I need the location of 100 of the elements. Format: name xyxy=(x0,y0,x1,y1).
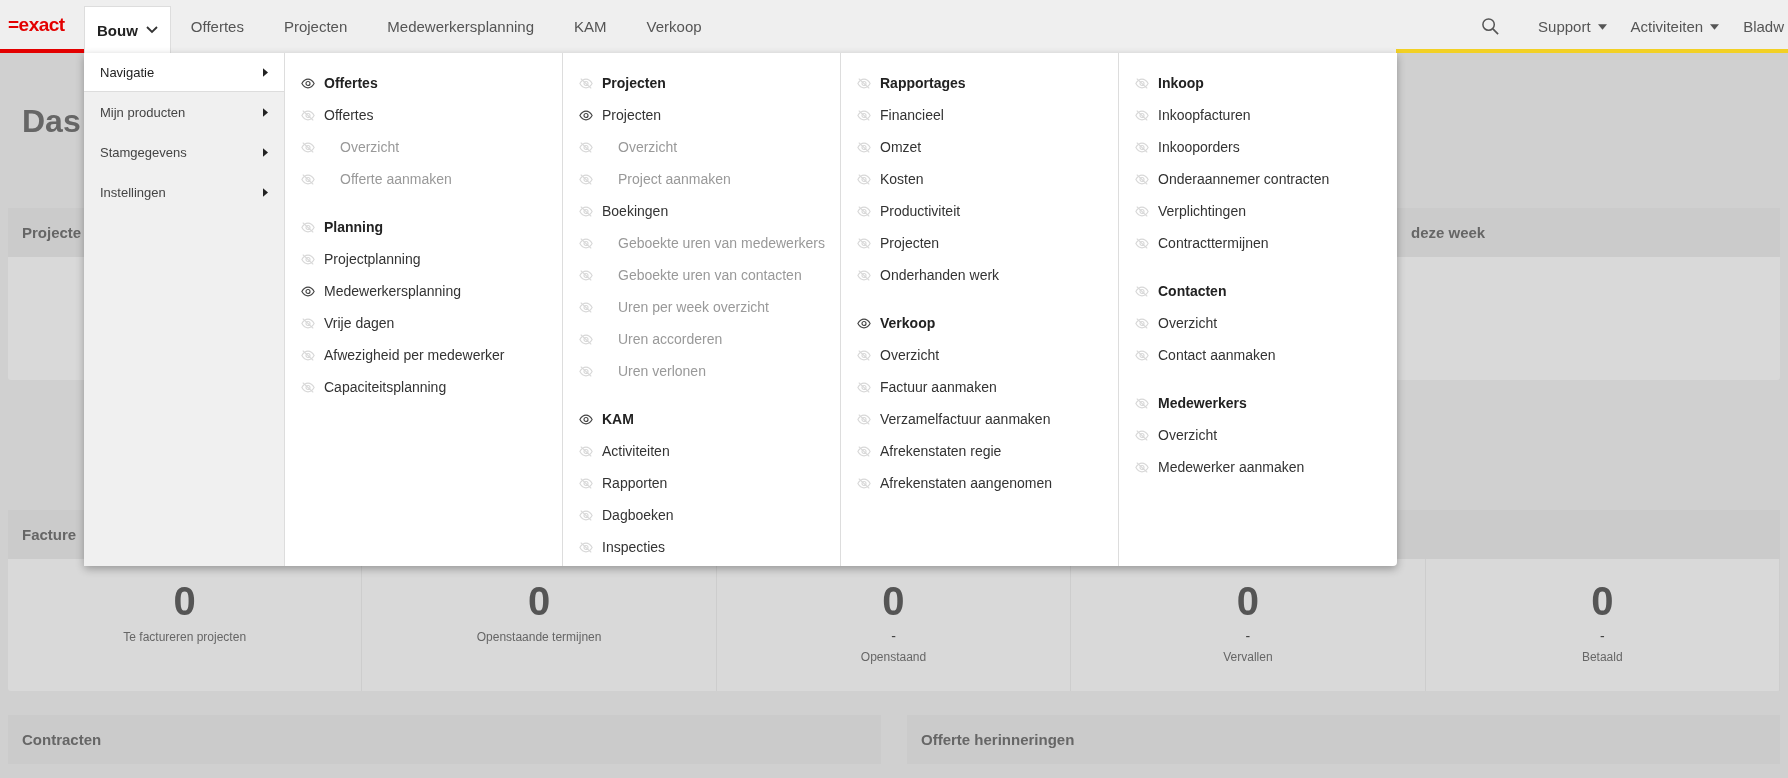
menu-heading[interactable]: KAM xyxy=(602,411,634,427)
eye-slash-icon[interactable] xyxy=(1135,205,1149,217)
eye-icon[interactable] xyxy=(579,413,593,425)
menu-item[interactable]: Contact aanmaken xyxy=(1158,347,1276,363)
category-item[interactable]: Mijn producten xyxy=(84,92,284,132)
eye-slash-icon[interactable] xyxy=(1135,397,1149,409)
nav-tab[interactable]: Medewerkersplanning xyxy=(367,0,555,53)
eye-slash-icon[interactable] xyxy=(301,381,315,393)
eye-slash-icon[interactable] xyxy=(857,109,871,121)
menu-item[interactable]: Afrekenstaten aangenomen xyxy=(880,475,1052,491)
menu-heading[interactable]: Medewerkers xyxy=(1158,395,1247,411)
menu-item[interactable]: Medewerker aanmaken xyxy=(1158,459,1305,475)
menu-item[interactable]: Inkoopfacturen xyxy=(1158,107,1251,123)
eye-slash-icon[interactable] xyxy=(301,349,315,361)
eye-icon[interactable] xyxy=(301,285,315,297)
eye-slash-icon[interactable] xyxy=(1135,429,1149,441)
menu-heading[interactable]: Offertes xyxy=(324,75,378,91)
menu-item[interactable]: Projecten xyxy=(602,107,662,123)
eye-icon[interactable] xyxy=(857,317,871,329)
menu-item[interactable]: Inkooporders xyxy=(1158,139,1240,155)
nav-link[interactable]: Bladw xyxy=(1743,18,1784,35)
eye-slash-icon[interactable] xyxy=(301,109,315,121)
menu-item[interactable]: Kosten xyxy=(880,171,924,187)
menu-item[interactable]: Onderaannemer contracten xyxy=(1158,171,1330,187)
nav-tab[interactable]: Verkoop xyxy=(626,0,722,53)
menu-item[interactable]: Capaciteitsplanning xyxy=(324,379,447,395)
eye-slash-icon[interactable] xyxy=(857,477,871,489)
menu-item[interactable]: Activiteiten xyxy=(602,443,670,459)
eye-slash-icon[interactable] xyxy=(1135,141,1149,153)
eye-slash-icon[interactable] xyxy=(857,413,871,425)
category-item[interactable]: Stamgegevens xyxy=(84,132,284,172)
menu-item[interactable]: Omzet xyxy=(880,139,922,155)
eye-slash-icon[interactable] xyxy=(579,541,593,553)
eye-slash-icon[interactable] xyxy=(579,477,593,489)
eye-slash-icon[interactable] xyxy=(1135,461,1149,473)
nav-tab[interactable]: Projecten xyxy=(263,0,368,53)
menu-item[interactable]: Offertes xyxy=(324,107,374,123)
nav-tab[interactable]: Offertes xyxy=(170,0,264,53)
eye-slash-icon[interactable] xyxy=(1135,109,1149,121)
menu-item[interactable]: Overzicht xyxy=(1158,315,1218,331)
panel-title: Offerte herinneringen xyxy=(921,731,1075,748)
eye-slash-icon[interactable] xyxy=(579,77,593,89)
eye-slash-icon[interactable] xyxy=(857,269,871,281)
eye-slash-icon[interactable] xyxy=(1135,317,1149,329)
menu-item[interactable]: Productiviteit xyxy=(880,203,961,219)
eye-icon[interactable] xyxy=(579,109,593,121)
eye-slash-icon[interactable] xyxy=(857,205,871,217)
eye-slash-icon[interactable] xyxy=(301,221,315,233)
dropdown-menu[interactable]: Support xyxy=(1538,18,1607,35)
menu-item[interactable]: Factuur aanmaken xyxy=(880,379,997,395)
menu-item[interactable]: Overzicht xyxy=(1158,427,1218,443)
stat-label: Te factureren projecten xyxy=(123,630,247,644)
nav-tab[interactable]: Bouw xyxy=(84,6,171,53)
category-item[interactable]: Instellingen xyxy=(84,172,284,212)
menu-heading[interactable]: Verkoop xyxy=(880,315,936,331)
eye-slash-icon[interactable] xyxy=(857,445,871,457)
eye-slash-icon[interactable] xyxy=(301,253,315,265)
menu-item[interactable]: Medewerkersplanning xyxy=(324,283,461,299)
menu-item[interactable]: Verzamelfactuur aanmaken xyxy=(880,411,1051,427)
eye-slash-icon[interactable] xyxy=(857,173,871,185)
menu-item[interactable]: Afwezigheid per medewerker xyxy=(324,347,505,363)
eye-slash-icon[interactable] xyxy=(579,205,593,217)
menu-item[interactable]: Afrekenstaten regie xyxy=(880,443,1002,459)
menu-item[interactable]: Overzicht xyxy=(880,347,940,363)
menu-heading[interactable]: Contacten xyxy=(1158,283,1227,299)
eye-slash-icon[interactable] xyxy=(1135,77,1149,89)
menu-item[interactable]: Onderhanden werk xyxy=(880,267,1000,283)
search-icon[interactable] xyxy=(1481,17,1501,36)
logo[interactable]: =exact xyxy=(8,13,65,36)
eye-slash-icon[interactable] xyxy=(579,509,593,521)
triangle-right-icon xyxy=(263,187,268,197)
eye-slash-icon[interactable] xyxy=(301,317,315,329)
menu-item[interactable]: Rapporten xyxy=(602,475,668,491)
category-item[interactable]: Navigatie xyxy=(84,53,284,92)
menu-heading[interactable]: Rapportages xyxy=(880,75,966,91)
menu-item[interactable]: Vrije dagen xyxy=(324,315,395,331)
eye-icon[interactable] xyxy=(301,77,315,89)
eye-slash-icon[interactable] xyxy=(579,445,593,457)
menu-item[interactable]: Projecten xyxy=(880,235,940,251)
eye-slash-icon[interactable] xyxy=(1135,285,1149,297)
menu-item[interactable]: Contracttermijnen xyxy=(1158,235,1269,251)
menu-heading[interactable]: Projecten xyxy=(602,75,666,91)
menu-heading[interactable]: Inkoop xyxy=(1158,75,1204,91)
menu-heading[interactable]: Planning xyxy=(324,219,384,235)
menu-item[interactable]: Boekingen xyxy=(602,203,669,219)
menu-item[interactable]: Financieel xyxy=(880,107,944,123)
menu-item[interactable]: Inspecties xyxy=(602,539,666,555)
eye-slash-icon[interactable] xyxy=(857,349,871,361)
eye-slash-icon[interactable] xyxy=(857,141,871,153)
eye-slash-icon[interactable] xyxy=(1135,173,1149,185)
menu-item[interactable]: Projectplanning xyxy=(324,251,421,267)
eye-slash-icon[interactable] xyxy=(857,381,871,393)
eye-slash-icon[interactable] xyxy=(857,77,871,89)
eye-slash-icon[interactable] xyxy=(1135,237,1149,249)
dropdown-menu[interactable]: Activiteiten xyxy=(1630,18,1720,35)
eye-slash-icon[interactable] xyxy=(1135,349,1149,361)
menu-item[interactable]: Dagboeken xyxy=(602,507,674,523)
eye-slash-icon[interactable] xyxy=(857,237,871,249)
nav-tab[interactable]: KAM xyxy=(554,0,627,53)
menu-item[interactable]: Verplichtingen xyxy=(1158,203,1246,219)
